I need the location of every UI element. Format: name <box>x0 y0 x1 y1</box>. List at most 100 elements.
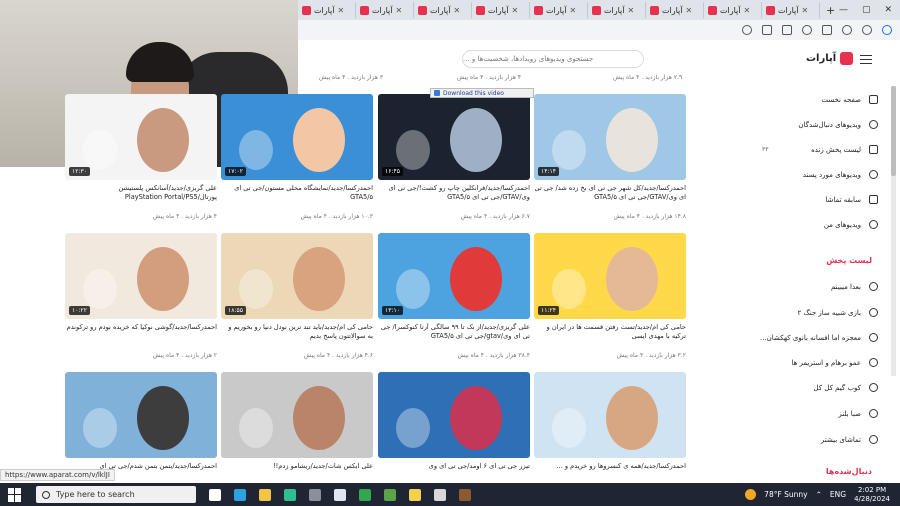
steam-icon[interactable] <box>334 488 346 501</box>
video-thumbnail[interactable] <box>65 372 217 458</box>
video-duration: ۱۶:۴۵ <box>382 167 403 176</box>
notes-icon[interactable] <box>409 488 421 501</box>
new-tab-button[interactable]: + <box>826 4 835 17</box>
video-thumbnail[interactable]: ۱۶:۴۵ <box>378 94 530 180</box>
sidebar-item[interactable]: لیست پخش زنده <box>811 145 878 154</box>
sidebar-item-label: صفحه نخست <box>821 95 861 104</box>
tab-close-icon[interactable]: ✕ <box>628 6 635 15</box>
page-scrollbar[interactable] <box>891 86 896 376</box>
tab-close-icon[interactable]: ✕ <box>744 6 751 15</box>
video-title[interactable]: احمدرکسا/جدید/نمایشگاه محلی مستون/جی تی … <box>221 184 373 213</box>
video-thumbnail[interactable] <box>534 372 686 458</box>
video-title[interactable]: احمدرکسا/جدید/کل شهر جی تی ای بخ زده شد/… <box>534 184 686 213</box>
task-view-icon[interactable] <box>209 488 221 501</box>
tray-chevron-icon[interactable]: ⌃ <box>816 490 822 499</box>
tab-label: آپارات <box>430 5 451 15</box>
playlist-item-label: معجزه اما افسانه بانوی کهکشان... <box>759 333 861 342</box>
video-thumbnail[interactable] <box>378 372 530 458</box>
video-thumbnail[interactable]: ۱۳:۱۰ <box>378 233 530 319</box>
tab-favicon-icon <box>708 5 717 15</box>
copilot-icon[interactable] <box>882 25 892 35</box>
download-video-bar[interactable]: Download this video <box>430 88 534 98</box>
playlist-item[interactable]: معجزه اما افسانه بانوی کهکشان... <box>760 333 878 342</box>
settings-icon[interactable] <box>309 488 321 501</box>
collections-icon[interactable] <box>822 25 832 35</box>
thumbnail-figure <box>83 408 117 448</box>
playlist-item[interactable]: بعدا میبینم <box>831 282 878 291</box>
browser-tab[interactable]: آپارات ✕ <box>414 2 472 18</box>
video-thumbnail[interactable]: ۱۰:۲۲ <box>65 233 217 319</box>
thumbnail-figure <box>137 108 189 172</box>
playlist-item-label: تماشای بیشتر <box>820 435 861 444</box>
browser-tab[interactable]: آپارات ✕ <box>472 2 530 18</box>
clock[interactable]: 2:02 PM 4/28/2024 <box>854 486 890 504</box>
search-input[interactable]: جستجوی ویدیوهای رویدادها، شخصیت‌ها و ... <box>462 50 644 68</box>
maximize-button[interactable]: ▢ <box>862 5 871 15</box>
file-explorer-icon[interactable] <box>259 488 271 501</box>
video-thumbnail[interactable]: ۱۴:۱۴ <box>534 94 686 180</box>
tab-close-icon[interactable]: ✕ <box>686 6 693 15</box>
video-thumbnail[interactable]: ۱۷:۰۲ <box>221 94 373 180</box>
game-icon[interactable] <box>459 488 471 501</box>
browser-tab[interactable]: آپارات ✕ <box>588 2 646 18</box>
playlist-item[interactable]: تماشای بیشتر <box>821 435 878 444</box>
browser-tab[interactable]: آپارات ✕ <box>704 2 762 18</box>
hamburger-menu-icon[interactable] <box>860 55 872 64</box>
obs-icon[interactable] <box>434 488 446 501</box>
tab-close-icon[interactable]: ✕ <box>512 6 519 15</box>
tab-close-icon[interactable]: ✕ <box>802 6 809 15</box>
browser-tab[interactable]: آپارات ✕ <box>298 2 356 18</box>
xbox-icon[interactable] <box>359 488 371 501</box>
windows-start-icon[interactable] <box>8 487 22 502</box>
history-icon[interactable] <box>802 25 812 35</box>
video-meta: ۳.۲ هزار بازدید . ۴ ماه پیش <box>616 352 686 359</box>
sidebar-item[interactable]: ویدیوهای دنبال‌شدگان <box>798 120 878 129</box>
video-meta: ۶.۷ هزار بازدید . ۴ ماه پیش <box>460 213 530 220</box>
split-screen-icon[interactable] <box>782 25 792 35</box>
reader-icon[interactable] <box>742 25 752 35</box>
video-title[interactable]: احمدرکسا/جدید/فرانکلین چاپ رو کشت!/جی تی… <box>378 184 530 213</box>
tab-close-icon[interactable]: ✕ <box>570 6 577 15</box>
scrollbar-thumb[interactable] <box>891 86 896 176</box>
thumbnail-figure <box>293 108 345 172</box>
minimize-button[interactable]: — <box>839 5 848 15</box>
browser-tab[interactable]: آپارات ✕ <box>646 2 704 18</box>
favorite-icon[interactable] <box>762 25 772 35</box>
telegram-icon[interactable] <box>234 488 246 501</box>
sidebar-item[interactable]: ویدیوهای من <box>824 220 878 229</box>
taskbar-search-input[interactable]: Type here to search <box>36 486 196 503</box>
playlist-item[interactable]: کوب گیم کل کل <box>813 383 878 392</box>
video-title[interactable]: حامی کی ام/جدید/تست رفتن قسمت ها در ایرا… <box>534 323 686 352</box>
video-title[interactable]: احمدرکسا/جدید/گوشی نوکیا که خریده بودم ر… <box>65 323 217 352</box>
video-title[interactable]: حامی کی ام/جدید/باید تند ترین نودل دنیا … <box>221 323 373 352</box>
sidebar-item[interactable]: سابقه تماشا <box>825 195 878 204</box>
browser-tab[interactable]: آپارات ✕ <box>530 2 588 18</box>
video-thumbnail[interactable]: ۱۸:۵۵ <box>221 233 373 319</box>
video-title[interactable]: علی گربزی/جدید/از بک تا ۹۹ سالگی آرتا کن… <box>378 323 530 352</box>
video-title[interactable]: علی گربزی/جدید/آسانکس پلستیشن پورتال/Pla… <box>65 184 217 213</box>
video-thumbnail[interactable]: ۱۱:۲۴ <box>534 233 686 319</box>
site-logo[interactable]: آپارات <box>806 52 854 65</box>
aparat-logo-icon <box>840 52 854 65</box>
browser-tab[interactable]: آپارات ✕ <box>762 2 820 18</box>
more-icon[interactable] <box>862 25 872 35</box>
video-thumbnail[interactable] <box>221 372 373 458</box>
browser-tab[interactable]: آپارات ✕ <box>356 2 414 18</box>
thumbnail-figure <box>293 247 345 311</box>
language-indicator[interactable]: ENG <box>830 490 846 499</box>
minecraft-icon[interactable] <box>384 488 396 501</box>
clock-time: 2:02 PM <box>857 485 887 494</box>
video-thumbnail[interactable]: ۱۲:۳۰ <box>65 94 217 180</box>
extensions-icon[interactable] <box>842 25 852 35</box>
edge-icon[interactable] <box>284 488 296 501</box>
close-window-button[interactable]: ✕ <box>884 5 892 15</box>
tab-close-icon[interactable]: ✕ <box>454 6 461 15</box>
playlist-item[interactable]: عمو برهام و استریمر ها <box>791 358 878 367</box>
sidebar-item[interactable]: ویدیوهای مورد پسند <box>803 170 878 179</box>
sidebar-item[interactable]: صفحه نخست <box>821 95 878 104</box>
playlist-item[interactable]: بازی شبیه ساز جنگ ۲ <box>797 308 878 317</box>
playlist-item[interactable]: صبا بلنز <box>838 409 878 418</box>
weather-text[interactable]: 78°F Sunny <box>764 490 807 499</box>
tab-close-icon[interactable]: ✕ <box>396 6 403 15</box>
tab-close-icon[interactable]: ✕ <box>338 6 345 15</box>
